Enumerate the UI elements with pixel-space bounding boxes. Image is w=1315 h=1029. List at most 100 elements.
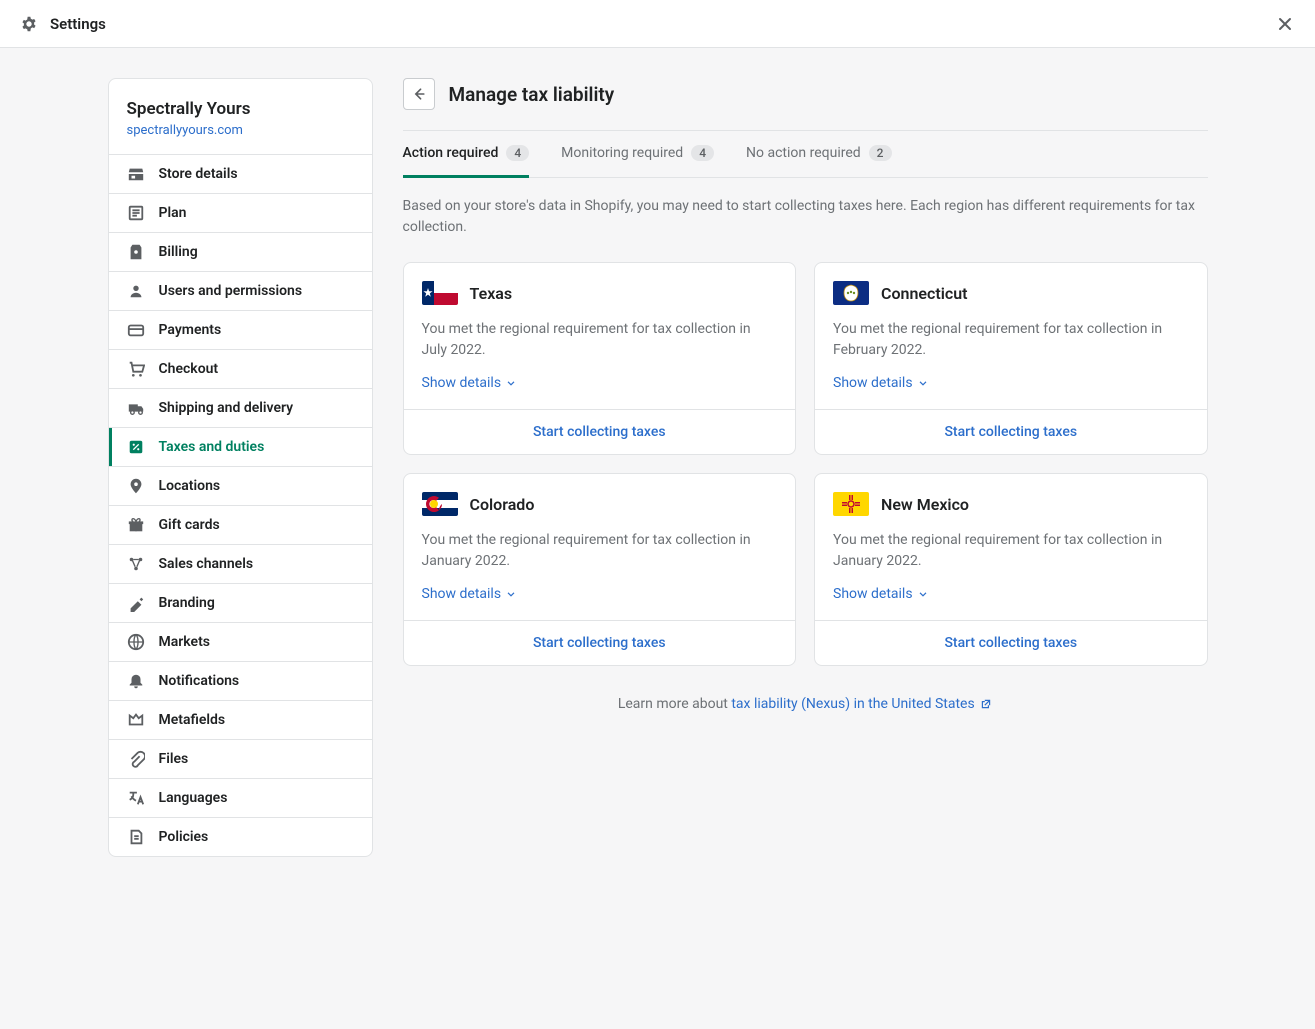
sidebar-item-shipping-and-delivery[interactable]: Shipping and delivery [109,388,372,427]
plan-icon [127,204,145,222]
sidebar-item-users-and-permissions[interactable]: Users and permissions [109,271,372,310]
globe-icon [127,633,145,651]
gear-icon [20,15,38,33]
nav-label: Store details [159,166,238,182]
billing-icon [127,243,145,261]
policy-icon [127,828,145,846]
lang-icon [127,789,145,807]
region-status-text: You met the regional requirement for tax… [833,530,1189,572]
nav-label: Locations [159,478,221,494]
channels-icon [127,555,145,573]
clip-icon [127,750,145,768]
nav-label: Notifications [159,673,240,689]
nav-label: Gift cards [159,517,220,533]
start-collecting-button[interactable]: Start collecting taxes [404,620,796,665]
payments-icon [127,321,145,339]
region-card-connecticut: Connecticut You met the regional require… [814,262,1208,455]
learn-link[interactable]: tax liability (Nexus) in the United Stat… [731,696,974,712]
user-icon [127,282,145,300]
sidebar-item-payments[interactable]: Payments [109,310,372,349]
start-collecting-button[interactable]: Start collecting taxes [815,620,1207,665]
learn-prefix: Learn more about [618,696,732,712]
close-button[interactable] [1275,14,1295,34]
sidebar-item-store-details[interactable]: Store details [109,154,372,193]
region-status-text: You met the regional requirement for tax… [422,319,778,361]
show-details-toggle[interactable]: Show details [833,586,929,602]
chevron-down-icon [917,377,929,389]
store-name: Spectrally Yours [127,99,354,119]
show-details-toggle[interactable]: Show details [833,375,929,391]
topbar: Settings [0,0,1315,48]
show-details-label: Show details [422,375,502,391]
cart-icon [127,360,145,378]
show-details-label: Show details [833,586,913,602]
learn-more: Learn more about tax liability (Nexus) i… [403,696,1208,712]
sidebar-item-metafields[interactable]: Metafields [109,700,372,739]
settings-sidebar: Spectrally Yours spectrallyyours.com Sto… [108,78,373,857]
gift-icon [127,516,145,534]
tab-description: Based on your store's data in Shopify, y… [403,178,1208,262]
region-name: Texas [470,284,513,303]
sidebar-item-policies[interactable]: Policies [109,817,372,856]
region-cards: Texas You met the regional requirement f… [403,262,1208,666]
branding-icon [127,594,145,612]
nav-label: Checkout [159,361,219,377]
show-details-label: Show details [422,586,502,602]
region-name: New Mexico [881,495,969,514]
pin-icon [127,477,145,495]
metafields-icon [127,711,145,729]
nav-label: Plan [159,205,187,221]
sidebar-item-files[interactable]: Files [109,739,372,778]
nav-label: Metafields [159,712,226,728]
tab-count-badge: 4 [506,145,529,161]
flag-colorado-icon [422,492,458,516]
region-card-texas: Texas You met the regional requirement f… [403,262,797,455]
show-details-toggle[interactable]: Show details [422,586,518,602]
page-title: Manage tax liability [449,83,615,106]
region-name: Connecticut [881,284,968,303]
sidebar-item-billing[interactable]: Billing [109,232,372,271]
tab-label: No action required [746,145,861,161]
percent-icon [127,438,145,456]
nav-label: Billing [159,244,198,260]
chevron-down-icon [917,588,929,600]
chevron-down-icon [505,377,517,389]
sidebar-item-taxes-and-duties[interactable]: Taxes and duties [109,427,372,466]
sidebar-item-locations[interactable]: Locations [109,466,372,505]
sidebar-item-languages[interactable]: Languages [109,778,372,817]
storefront-icon [127,165,145,183]
flag-newmexico-icon [833,492,869,516]
tab-no-action-required[interactable]: No action required 2 [746,131,891,178]
nav-label: Languages [159,790,228,806]
sidebar-item-checkout[interactable]: Checkout [109,349,372,388]
bell-icon [127,672,145,690]
region-status-text: You met the regional requirement for tax… [833,319,1189,361]
region-name: Colorado [470,495,535,514]
tabs: Action required4 Monitoring required4 No a… [403,131,1208,178]
show-details-toggle[interactable]: Show details [422,375,518,391]
start-collecting-button[interactable]: Start collecting taxes [404,409,796,454]
start-collecting-button[interactable]: Start collecting taxes [815,409,1207,454]
sidebar-item-sales-channels[interactable]: Sales channels [109,544,372,583]
tab-count-badge: 2 [869,145,892,161]
nav-label: Taxes and duties [159,439,265,455]
flag-connecticut-icon [833,281,869,305]
nav-label: Users and permissions [159,283,303,299]
main-content: Manage tax liability Action required4 Mon… [403,78,1208,712]
settings-nav: Store details Plan Billing Users and permis… [109,154,372,856]
nav-label: Sales channels [159,556,254,572]
sidebar-item-gift-cards[interactable]: Gift cards [109,505,372,544]
nav-label: Files [159,751,189,767]
sidebar-item-plan[interactable]: Plan [109,193,372,232]
sidebar-item-branding[interactable]: Branding [109,583,372,622]
back-button[interactable] [403,78,435,110]
store-url[interactable]: spectrallyyours.com [127,123,354,138]
nav-label: Markets [159,634,211,650]
truck-icon [127,399,145,417]
sidebar-item-markets[interactable]: Markets [109,622,372,661]
tab-action-required[interactable]: Action required4 [403,131,530,178]
tab-monitoring-required[interactable]: Monitoring required4 [561,131,714,178]
region-card-colorado: Colorado You met the regional requiremen… [403,473,797,666]
sidebar-item-notifications[interactable]: Notifications [109,661,372,700]
region-status-text: You met the regional requirement for tax… [422,530,778,572]
